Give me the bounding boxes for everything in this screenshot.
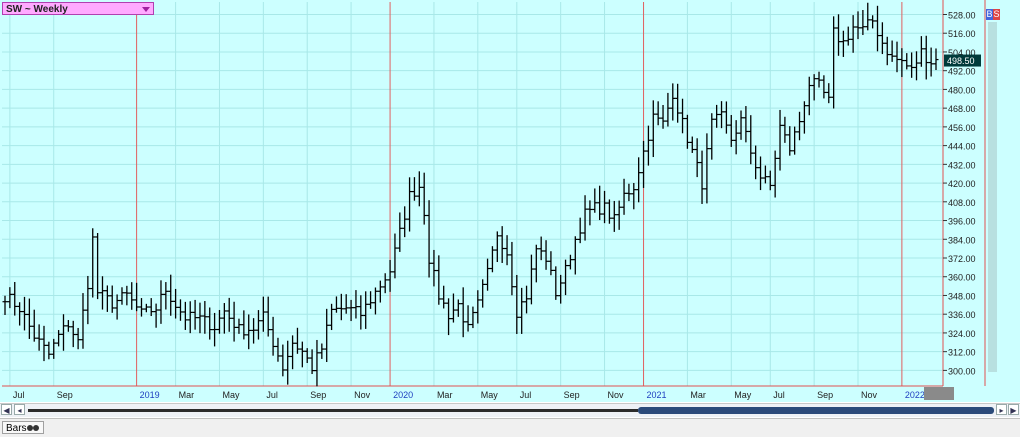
x-tick-label: Mar [179, 390, 195, 400]
x-tick-label: May [222, 390, 240, 400]
x-tick-label: Nov [861, 390, 878, 400]
x-tick-label: Jul [520, 390, 532, 400]
chart-window: 528.00 516.00 504.00 492.00 480.00 468.00 456.… [0, 0, 1024, 437]
x-tick-label: 2021 [647, 390, 667, 400]
link-icon-2 [33, 425, 39, 431]
right-side-panel [988, 22, 997, 372]
scroll-end-icon[interactable]: ▶ [1008, 404, 1019, 415]
x-tick-label: Jul [13, 390, 25, 400]
y-tick-label: 348.00 [948, 291, 976, 301]
y-tick-label: 420.00 [948, 179, 976, 189]
scroll-thumb[interactable] [638, 407, 994, 414]
sell-badge[interactable]: S [993, 9, 1000, 20]
y-tick-label: 528.00 [948, 10, 976, 20]
buy-sell-badges[interactable]: BS [986, 9, 1000, 20]
x-tick-label: Nov [608, 390, 625, 400]
y-tick-label: 396.00 [948, 217, 976, 227]
status-bar: Bars [0, 418, 1020, 437]
x-tick-label: 2022 [905, 390, 925, 400]
x-axis-date-block [924, 387, 954, 400]
x-tick-label: Sep [817, 390, 833, 400]
x-tick-label: 2020 [393, 390, 413, 400]
x-tick-label: Sep [57, 390, 73, 400]
x-tick-label: Jul [266, 390, 278, 400]
buy-badge[interactable]: B [986, 9, 993, 20]
x-tick-label: Mar [690, 390, 706, 400]
symbol-title: SW ~ Weekly [6, 4, 68, 15]
dropdown-arrow-icon[interactable] [142, 7, 150, 12]
x-tick-label: 2019 [140, 390, 160, 400]
y-tick-label: 456.00 [948, 123, 976, 133]
x-tick-label: Mar [437, 390, 453, 400]
y-tick-label: 360.00 [948, 273, 976, 283]
bars-tab-label: Bars [6, 423, 27, 434]
x-tick-label: Sep [564, 390, 580, 400]
y-tick-label: 480.00 [948, 85, 976, 95]
y-tick-label: 468.00 [948, 104, 976, 114]
y-tick-label: 312.00 [948, 348, 976, 358]
y-tick-label: 444.00 [948, 142, 976, 152]
horizontal-scrollbar[interactable]: ◀ ◂ ▸ ▶ [0, 403, 1020, 417]
y-tick-label: 372.00 [948, 254, 976, 264]
y-tick-label: 384.00 [948, 235, 976, 245]
y-tick-label: 336.00 [948, 310, 976, 320]
y-tick-label: 300.00 [948, 366, 976, 376]
x-tick-label: Sep [310, 390, 326, 400]
x-tick-label: May [734, 390, 752, 400]
last-price-label: 498.50 [947, 56, 975, 66]
scroll-start-icon[interactable]: ◀ [1, 404, 12, 415]
price-chart[interactable]: 528.00516.00504.00492.00480.00468.00456.… [0, 0, 1020, 402]
symbol-selector[interactable]: SW ~ Weekly [2, 2, 154, 15]
scroll-left-icon[interactable]: ◂ [14, 404, 25, 415]
bars-tab[interactable]: Bars [2, 421, 44, 434]
x-tick-label: Nov [354, 390, 371, 400]
scroll-right-icon[interactable]: ▸ [996, 404, 1007, 415]
chart-area[interactable]: 528.00 516.00 504.00 492.00 480.00 468.00 456.… [0, 0, 1020, 402]
y-tick-label: 516.00 [948, 29, 976, 39]
y-tick-label: 432.00 [948, 160, 976, 170]
y-tick-label: 324.00 [948, 329, 976, 339]
scroll-track[interactable] [28, 409, 638, 412]
x-tick-label: May [481, 390, 499, 400]
y-tick-label: 492.00 [948, 67, 976, 77]
x-tick-label: Jul [773, 390, 785, 400]
y-tick-label: 408.00 [948, 198, 976, 208]
